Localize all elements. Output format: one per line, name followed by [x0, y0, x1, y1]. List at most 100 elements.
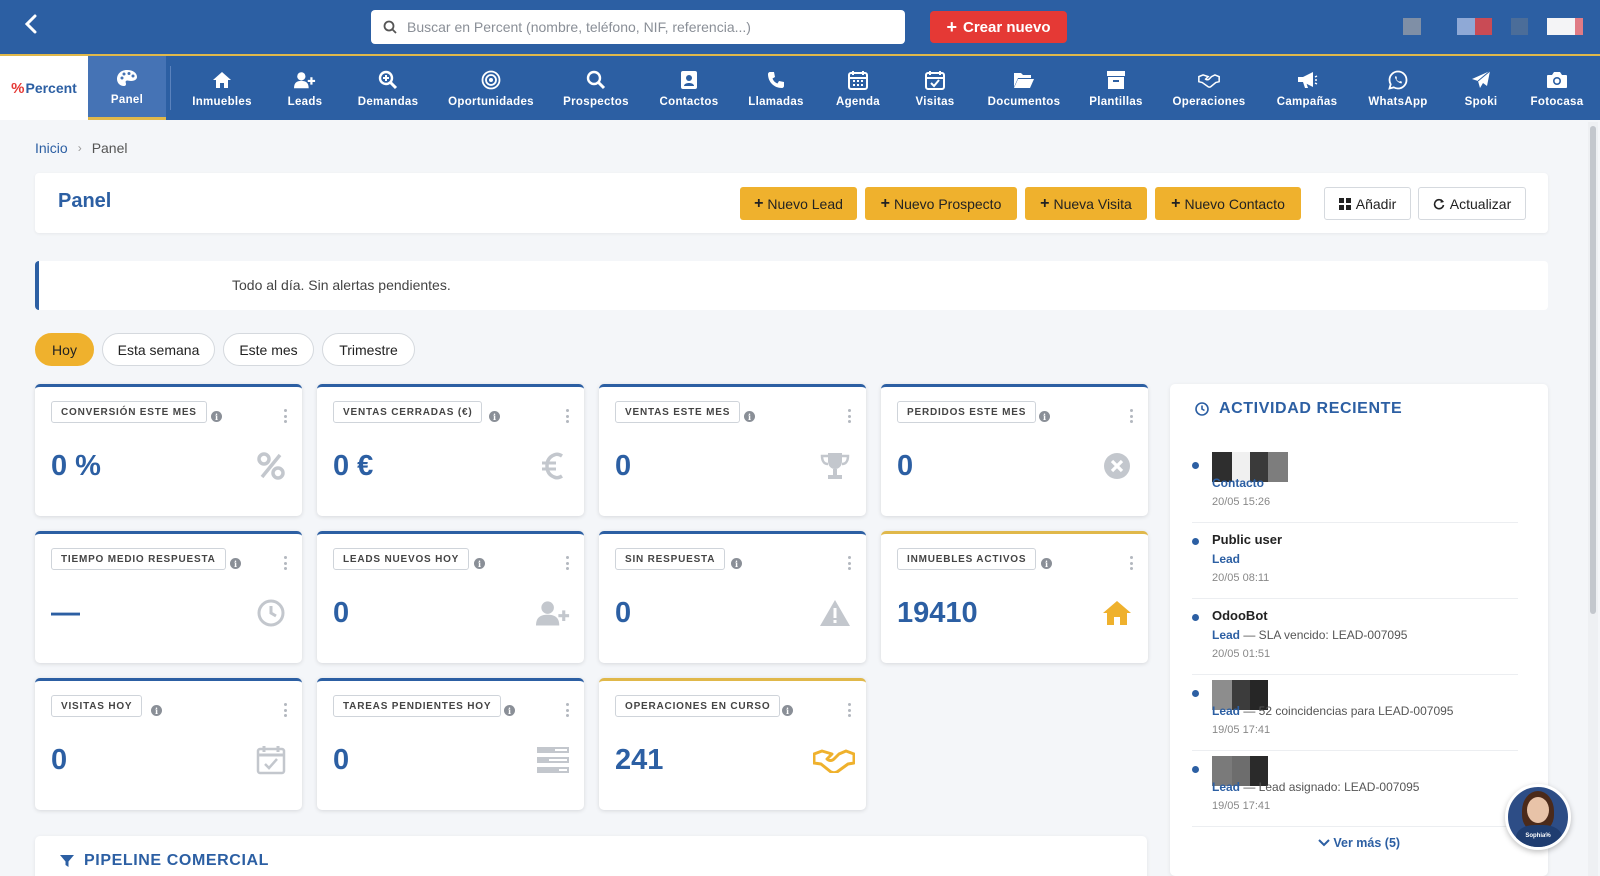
nav-item-prospectos[interactable]: Prospectos [547, 56, 645, 120]
nav-label: Operaciones [1172, 95, 1246, 108]
info-icon[interactable]: i [731, 558, 742, 569]
kpi-value: 19410 [897, 597, 978, 629]
kebab-menu-icon[interactable] [284, 556, 288, 570]
kpi-label: SIN RESPUESTA [615, 548, 726, 570]
activity-type[interactable]: Lead [1212, 628, 1240, 642]
nav-item-spoki[interactable]: Spoki [1443, 56, 1519, 120]
kebab-menu-icon[interactable] [566, 409, 570, 423]
kebab-menu-icon[interactable] [848, 409, 852, 423]
kpi-label: INMUEBLES ACTIVOS [897, 548, 1037, 570]
info-icon[interactable]: i [504, 705, 515, 716]
kpi-card-tareas-pendientes: TAREAS PENDIENTES HOY i 0 [317, 678, 584, 810]
info-icon[interactable]: i [230, 558, 241, 569]
kebab-menu-icon[interactable] [848, 556, 852, 570]
nav-item-documentos[interactable]: Documentos [973, 56, 1075, 120]
info-icon[interactable]: i [1041, 558, 1052, 569]
divider [1192, 826, 1518, 827]
user-plus-icon [536, 596, 570, 630]
global-search[interactable] [371, 10, 905, 44]
kebab-menu-icon[interactable] [566, 556, 570, 570]
kpi-value: 0 [333, 597, 350, 629]
pipeline-title-text: PIPELINE COMERCIAL [84, 852, 270, 869]
activity-type[interactable]: Contacto [1212, 476, 1264, 490]
nav-item-whatsapp[interactable]: WhatsApp [1353, 56, 1443, 120]
info-icon[interactable]: i [151, 705, 162, 716]
archive-icon [1105, 69, 1127, 91]
clock-icon [1195, 402, 1209, 416]
info-icon[interactable]: i [782, 705, 793, 716]
nav-item-demandas[interactable]: Demandas [341, 56, 435, 120]
bullet-dot [1192, 462, 1199, 469]
nav-label: Leads [287, 95, 323, 108]
kpi-value: 0 [333, 744, 350, 776]
toolbar-widget[interactable] [1475, 18, 1492, 35]
chevron-left-icon [24, 14, 37, 34]
brand-logo[interactable]: % Percent [0, 56, 88, 120]
kpi-label: VENTAS CERRADAS (€) [333, 401, 483, 423]
nav-item-contactos[interactable]: Contactos [645, 56, 733, 120]
toolbar-widget[interactable] [1547, 18, 1583, 35]
kebab-menu-icon[interactable] [1130, 409, 1134, 423]
nav-item-inmuebles[interactable]: Inmuebles [175, 56, 269, 120]
nav-item-agenda[interactable]: Agenda [819, 56, 897, 120]
info-icon[interactable]: i [1039, 411, 1050, 422]
activity-time: 20/05 08:11 [1212, 572, 1270, 584]
kebab-menu-icon[interactable] [1130, 556, 1134, 570]
nav-item-leads[interactable]: Leads [269, 56, 341, 120]
info-icon[interactable]: i [489, 411, 500, 422]
period-tab-hoy[interactable]: Hoy [35, 333, 94, 366]
kebab-menu-icon[interactable] [848, 703, 852, 717]
divider [1192, 674, 1518, 675]
refresh-button[interactable]: Actualizar [1418, 187, 1526, 220]
activity-type[interactable]: Lead [1212, 552, 1240, 566]
phone-icon [765, 69, 787, 91]
nav-item-visitas[interactable]: Visitas [897, 56, 973, 120]
info-icon[interactable]: i [211, 411, 222, 422]
period-tab-trimestre[interactable]: Trimestre [322, 333, 415, 366]
new-prospect-button[interactable]: + Nuevo Prospecto [865, 187, 1017, 220]
kpi-value: 0 [615, 450, 632, 482]
breadcrumb: Inicio › Panel [35, 140, 128, 156]
kpi-label: VISITAS HOY [51, 695, 143, 717]
kpi-label: PERDIDOS ESTE MES [897, 401, 1037, 423]
breadcrumb-current: Panel [91, 140, 128, 156]
nav-item-llamadas[interactable]: Llamadas [733, 56, 819, 120]
activity-type[interactable]: Lead [1212, 780, 1240, 794]
home-icon [211, 69, 233, 91]
nav-item-panel[interactable]: Panel [88, 56, 166, 120]
nav-item-operaciones[interactable]: Operaciones [1157, 56, 1261, 120]
back-button[interactable] [16, 12, 46, 42]
nav-label: Plantillas [1089, 95, 1143, 108]
toolbar-widget[interactable] [1457, 18, 1475, 35]
new-contact-button[interactable]: + Nuevo Contacto [1155, 187, 1301, 220]
breadcrumb-home[interactable]: Inicio [35, 140, 68, 156]
kpi-card-visitas-hoy: VISITAS HOY i 0 [35, 678, 302, 810]
alerts-text: Todo al día. Sin alertas pendientes. [232, 277, 451, 293]
kpi-card-conversion: CONVERSIÓN ESTE MES i 0 % [35, 384, 302, 516]
nav-item-oportunidades[interactable]: Oportunidades [435, 56, 547, 120]
kebab-menu-icon[interactable] [284, 409, 288, 423]
kebab-menu-icon[interactable] [566, 703, 570, 717]
info-icon[interactable]: i [744, 411, 755, 422]
page-scrollbar-thumb[interactable] [1590, 126, 1596, 614]
nav-item-campanas[interactable]: Campañas [1261, 56, 1353, 120]
breadcrumb-separator: › [77, 141, 82, 155]
new-visit-button[interactable]: + Nueva Visita [1025, 187, 1147, 220]
new-lead-button[interactable]: + Nuevo Lead [740, 187, 857, 220]
kebab-menu-icon[interactable] [284, 703, 288, 717]
show-more-link[interactable]: Ver más (5) [1170, 836, 1548, 850]
kpi-label: VENTAS ESTE MES [615, 401, 741, 423]
add-widget-button[interactable]: Añadir [1324, 187, 1411, 220]
activity-type[interactable]: Lead [1212, 704, 1240, 718]
create-new-button[interactable]: + Crear nuevo [930, 11, 1067, 43]
nav-item-fotocasa[interactable]: Fotocasa [1519, 56, 1595, 120]
period-tab-mes[interactable]: Este mes [223, 333, 314, 366]
search-input[interactable] [407, 19, 887, 35]
assistant-avatar[interactable]: Sophia% [1505, 784, 1571, 850]
period-tab-semana[interactable]: Esta semana [102, 333, 215, 366]
toolbar-widget[interactable] [1403, 18, 1421, 35]
toolbar-widget[interactable] [1511, 18, 1528, 35]
nav-item-plantillas[interactable]: Plantillas [1075, 56, 1157, 120]
info-icon[interactable]: i [474, 558, 485, 569]
new-contact-label: Nuevo Contacto [1184, 195, 1285, 212]
